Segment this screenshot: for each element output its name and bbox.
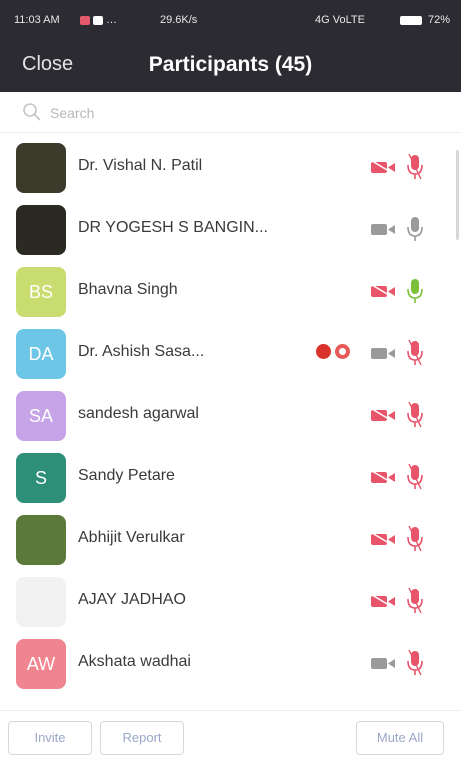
video-icon[interactable] [370,222,396,237]
avatar [16,143,66,193]
battery-icon [400,14,425,26]
participant-row[interactable]: AW Akshata wadhai [0,633,461,695]
video-off-icon[interactable] [370,532,396,547]
battery-level: 72% [428,14,451,26]
participant-name: Dr. Ashish Sasa... [78,343,205,360]
participant-row[interactable]: BS Bhavna Singh [0,261,461,323]
notification-icons: … [80,14,117,26]
participant-row[interactable]: DR YOGESH S BANGIN... [0,199,461,261]
more-icon: … [106,14,117,26]
mic-muted-icon[interactable] [405,153,425,181]
participant-name: Sandy Petare [78,467,175,484]
participant-name: DR YOGESH S BANGIN... [78,219,268,236]
video-off-icon[interactable] [370,160,396,175]
close-button[interactable]: Close [22,53,73,76]
mute-all-button[interactable]: Mute All [356,721,444,755]
mic-muted-icon[interactable] [405,587,425,615]
video-off-icon[interactable] [370,284,396,299]
raise-hand-icon [316,344,331,359]
search-icon [23,103,41,121]
avatar: DA [16,329,66,379]
search-input[interactable] [48,101,432,125]
mic-muted-icon[interactable] [405,339,425,367]
avatar [16,577,66,627]
avatar [16,205,66,255]
participant-name: AJAY JADHAO [78,591,186,608]
network-speed: 29.6K/s [160,14,198,26]
mic-muted-icon[interactable] [405,649,425,677]
status-badges [316,344,354,364]
video-off-icon[interactable] [370,408,396,423]
search-bar [0,92,461,133]
participant-name: Bhavna Singh [78,281,178,298]
gallery-icon [80,15,90,25]
message-icon [93,15,103,25]
participant-row[interactable]: DA Dr. Ashish Sasa... [0,323,461,385]
participant-row[interactable]: SA sandesh agarwal [0,385,461,447]
status-bar: 11:03 AM … 29.6K/s 4G VoLTE 72% [0,0,461,40]
participant-name: Abhijit Verulkar [78,529,185,546]
avatar [16,515,66,565]
title-bar: Participants (45) Close [0,40,461,92]
video-icon[interactable] [370,346,396,361]
avatar: SA [16,391,66,441]
video-off-icon[interactable] [370,470,396,485]
participant-name: Akshata wadhai [78,653,191,670]
mic-muted-icon[interactable] [405,401,425,429]
participant-row[interactable]: S Sandy Petare [0,447,461,509]
network-type: 4G VoLTE [315,14,365,26]
avatar: BS [16,267,66,317]
scrollbar[interactable] [456,150,459,240]
report-button[interactable]: Report [100,721,184,755]
participant-row[interactable]: AJAY JADHAO [0,571,461,633]
participant-name: Dr. Vishal N. Patil [78,157,203,174]
bottom-bar: Invite Report Mute All [0,710,461,765]
mic-muted-icon[interactable] [405,525,425,553]
avatar: AW [16,639,66,689]
status-time: 11:03 AM [14,14,60,26]
mic-icon[interactable] [405,215,425,243]
participant-row[interactable]: Dr. Vishal N. Patil [0,137,461,199]
mic-icon[interactable] [405,277,425,305]
mic-muted-icon[interactable] [405,463,425,491]
video-off-icon[interactable] [370,594,396,609]
participant-row[interactable]: Abhijit Verulkar [0,509,461,571]
participant-name: sandesh agarwal [78,405,199,422]
recording-icon [335,344,350,359]
video-icon[interactable] [370,656,396,671]
invite-button[interactable]: Invite [8,721,92,755]
avatar: S [16,453,66,503]
